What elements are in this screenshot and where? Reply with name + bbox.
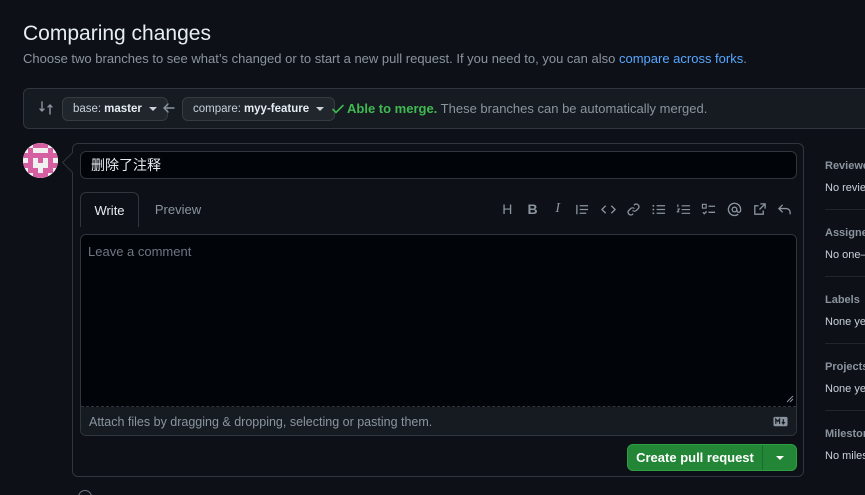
subtitle-end: . [743, 51, 747, 66]
pr-title-input[interactable] [80, 151, 797, 179]
subtitle-text: Choose two branches to see what’s change… [23, 51, 619, 66]
arrow-left-icon [163, 103, 175, 113]
unordered-list-icon[interactable] [646, 200, 671, 218]
avatar[interactable] [23, 143, 58, 178]
italic-icon[interactable]: I [545, 200, 570, 218]
code-icon[interactable] [596, 200, 621, 218]
resize-grip-icon[interactable] [786, 395, 794, 403]
attach-files-bar[interactable]: Attach files by dragging & dropping, sel… [81, 407, 796, 435]
compare-branch: myy-feature [243, 103, 310, 115]
sidebar-divider [825, 343, 865, 344]
heading-icon[interactable]: H [495, 200, 520, 218]
tab-write[interactable]: Write [80, 192, 139, 227]
merge-status: Able to merge. These branches can be aut… [347, 101, 707, 116]
base-branch: master [104, 103, 142, 115]
sidebar-labels-value: None ye [825, 316, 865, 328]
identicon-icon [23, 143, 58, 178]
chevron-down-icon [775, 455, 784, 460]
compare-prefix: compare: [193, 103, 241, 115]
merge-ok-label: Able to merge. [347, 101, 438, 116]
create-pr-dropdown[interactable] [763, 445, 796, 470]
compare-range-bar: base: master compare: myy-feature Able t… [23, 88, 865, 129]
sidebar-assignees-label[interactable]: Assignee [825, 227, 865, 239]
git-compare-icon [39, 101, 53, 115]
editor-tabs: Write Preview H B I [80, 192, 797, 227]
page-title: Comparing changes [23, 22, 211, 45]
sidebar-reviewers-value: No revie [825, 182, 865, 194]
markdown-icon [773, 416, 788, 427]
compare-branch-selector[interactable]: compare: myy-feature [182, 97, 336, 121]
sidebar-milestone-label[interactable]: Milestor [825, 428, 865, 440]
chevron-down-icon [148, 107, 157, 111]
link-icon[interactable] [621, 200, 646, 218]
quote-icon[interactable] [570, 200, 595, 218]
sidebar-labels-label[interactable]: Labels [825, 294, 860, 306]
merge-detail: These branches can be automatically merg… [437, 101, 708, 116]
reply-icon[interactable] [772, 200, 797, 218]
compare-across-forks-link[interactable]: compare across forks [619, 51, 743, 66]
reference-icon[interactable] [747, 200, 772, 218]
chevron-down-icon [316, 107, 325, 111]
ordered-list-icon[interactable] [671, 200, 696, 218]
bold-icon[interactable]: B [520, 200, 545, 218]
comment-textarea[interactable] [81, 235, 796, 407]
sidebar-projects-value: None ye [825, 383, 865, 395]
base-branch-selector[interactable]: base: master [62, 97, 168, 121]
create-pull-request-button: Create pull request [627, 444, 797, 471]
attach-files-text: Attach files by dragging & dropping, sel… [89, 415, 433, 429]
check-icon [332, 104, 344, 114]
sidebar-assignees-value: No one— [825, 249, 865, 261]
base-prefix: base: [73, 103, 102, 115]
sidebar-divider [825, 276, 865, 277]
create-pull-request-main[interactable]: Create pull request [628, 445, 763, 470]
page-subtitle: Choose two branches to see what’s change… [23, 51, 747, 66]
pull-request-form: Write Preview H B I Attach files by drag… [72, 143, 804, 477]
tab-preview[interactable]: Preview [148, 192, 208, 227]
mention-icon[interactable] [721, 200, 746, 218]
task-list-icon[interactable] [696, 200, 721, 218]
sidebar-divider [825, 209, 865, 210]
sidebar-reviewers-label[interactable]: Reviewe [825, 160, 865, 172]
markdown-toolbar: H B I [495, 200, 797, 218]
info-icon [78, 490, 92, 495]
sidebar-milestone-value: No miles [825, 450, 865, 462]
sidebar-divider [825, 410, 865, 411]
sidebar-projects-label[interactable]: Projects [825, 361, 865, 373]
comment-editor: Attach files by dragging & dropping, sel… [80, 234, 797, 436]
